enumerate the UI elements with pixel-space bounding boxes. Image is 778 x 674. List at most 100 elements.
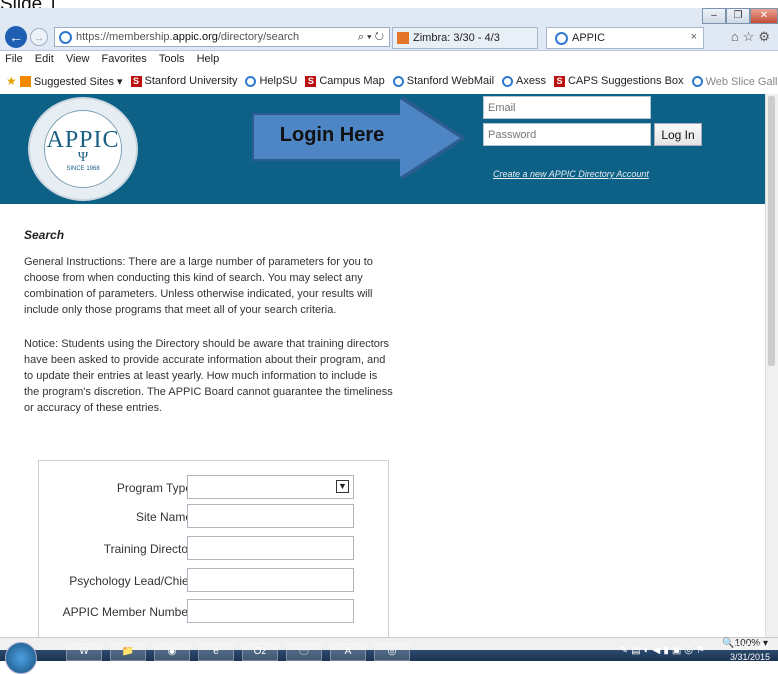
url-prefix: https://membership. [76,31,173,43]
site-name-input[interactable] [187,504,354,528]
close-window-button[interactable]: ✕ [750,8,778,24]
chrome-app-icon[interactable]: ◉ [154,643,190,661]
field-label: Psychology Lead/Chief [69,574,192,588]
back-arrow-icon: ← [9,29,23,45]
tab-label: APPIC [572,32,606,44]
search-form: Program Type ▼ Site Name Training Direct… [38,460,389,650]
fav-label: Stanford WebMail [406,75,495,87]
address-bar[interactable]: https://membership.appic.org/directory/s… [54,27,390,47]
suggested-sites-icon [19,75,31,87]
fav-stanford-university[interactable]: S Stanford University [130,75,238,87]
menu-favorites[interactable]: Favorites [102,53,147,65]
fav-campus-map[interactable]: S Campus Map [305,75,385,87]
fav-helpsu[interactable]: HelpSU [245,75,297,87]
callout-label: Login Here [279,124,385,146]
fav-label: Axess [516,75,546,87]
forward-arrow-icon: → [33,32,45,44]
ie-page-icon [392,75,404,87]
media-app-icon[interactable]: ◎ [374,643,410,661]
explorer-app-icon[interactable]: 📁 [110,643,146,661]
general-instructions: General Instructions: There are a large … [24,256,373,316]
maximize-button[interactable]: ❐ [726,8,750,24]
stanford-icon: S [305,75,317,87]
ie-app-icon[interactable]: e [198,643,234,661]
form-row-appic-member-number: APPIC Member Number [39,599,388,625]
browser-navbar: ← → https://membership.appic.org/directo… [0,24,778,51]
menu-bar: File Edit View Favorites Tools Help [0,51,778,68]
login-button[interactable]: Log In [654,123,702,146]
create-account-link[interactable]: Create a new APPIC Directory Account [493,169,649,179]
minimize-button[interactable]: – [702,8,726,24]
form-row-training-director: Training Director [39,536,388,562]
windows-taskbar: W 📁 ◉ e Oz ㊀ A ◎ ✎▤◐◀▮▣◎⚑ 10:37 AM 3/31/… [0,642,778,674]
fav-web-slice-gallery[interactable]: Web Slice Gallery ▾ [691,75,778,88]
window-title-bar: – ❐ ✕ [0,8,778,24]
stanford-icon: S [553,75,565,87]
home-favorites-settings-icons[interactable]: ⌂☆⚙ [731,29,774,45]
ie-page-icon [245,75,257,87]
favorites-star-icon[interactable]: ★ [6,74,17,88]
url-path: /directory/search [217,31,300,43]
email-input[interactable] [483,96,651,119]
outlook-app-icon[interactable]: Oz [242,643,278,661]
training-director-input[interactable] [187,536,354,560]
fav-label: Stanford University [144,75,238,87]
window-controls: – ❐ ✕ [702,8,778,24]
logo-seal: APPIC Ψ SINCE 1968 [44,110,122,188]
system-tray-icons[interactable]: ✎▤◐◀▮▣◎⚑ [620,645,708,656]
vertical-scrollbar[interactable] [765,94,778,637]
scroll-thumb[interactable] [768,96,775,366]
psychology-lead-input[interactable] [187,568,354,592]
field-label: Program Type [116,481,192,495]
search-content: Search General Instructions: There are a… [24,228,394,434]
fav-stanford-webmail[interactable]: Stanford WebMail [392,75,495,87]
word-app-icon[interactable]: W [66,643,102,661]
field-label: APPIC Member Number [62,605,192,619]
chevron-down-icon: ▼ [336,480,349,493]
ie-page-icon [59,30,72,44]
form-row-program-type: Program Type ▼ [39,475,388,501]
psi-icon: Ψ [77,149,89,165]
acrobat-app-icon[interactable]: A [330,643,366,661]
login-callout-arrow: Login Here [252,96,466,180]
fav-caps-suggestions[interactable]: S CAPS Suggestions Box [553,75,684,87]
member-number-input[interactable] [187,599,354,623]
section-title: Search [24,228,65,242]
menu-help[interactable]: Help [197,53,220,65]
start-button[interactable] [5,642,37,674]
field-label: Site Name [135,510,192,524]
appic-logo[interactable]: APPIC Ψ SINCE 1968 [28,97,138,201]
back-button[interactable]: ← [5,26,27,48]
forward-button[interactable]: → [30,28,48,46]
tab-zimbra[interactable]: Zimbra: 3/30 - 4/3 [392,27,538,49]
address-url[interactable]: https://membership.appic.org/directory/s… [76,31,358,43]
menu-view[interactable]: View [66,53,90,65]
stanford-icon: S [130,75,142,87]
search-refresh-icons[interactable]: ⌕ ▾ ↻ [358,31,389,44]
fav-suggested-sites[interactable]: Suggested Sites ▾ [19,75,123,88]
program-type-select[interactable]: ▼ [187,475,354,499]
fav-axess[interactable]: Axess [502,75,546,87]
favorites-bar: ★ Suggested Sites ▾ S Stanford University… [0,69,778,93]
close-tab-icon[interactable]: × [691,31,697,43]
clock-time: 10:37 AM [730,642,769,652]
appic-header: APPIC Ψ SINCE 1968 Login Here Log In Cre… [0,94,778,204]
app-icon[interactable]: ㊀ [286,643,322,661]
field-label: Training Director [103,542,192,556]
tab-appic[interactable]: APPIC × [546,27,704,49]
menu-file[interactable]: File [5,53,23,65]
fav-label: CAPS Suggestions Box [567,75,684,87]
menu-edit[interactable]: Edit [35,53,54,65]
ie-page-icon [502,75,514,87]
fav-label: Suggested Sites ▾ [33,75,123,88]
form-row-site-name: Site Name [39,504,388,530]
logo-since: SINCE 1968 [66,165,100,172]
form-row-psychology-lead: Psychology Lead/Chief [39,568,388,594]
taskbar-clock[interactable]: 10:37 AM 3/31/2015 [730,642,770,662]
fav-label: Web Slice Gallery ▾ [705,75,778,88]
menu-tools[interactable]: Tools [159,53,185,65]
notice-text: Notice: Students using the Directory sho… [24,338,393,414]
zimbra-icon [397,32,409,44]
password-input[interactable] [483,123,651,146]
tab-label: Zimbra: 3/30 - 4/3 [413,32,500,44]
